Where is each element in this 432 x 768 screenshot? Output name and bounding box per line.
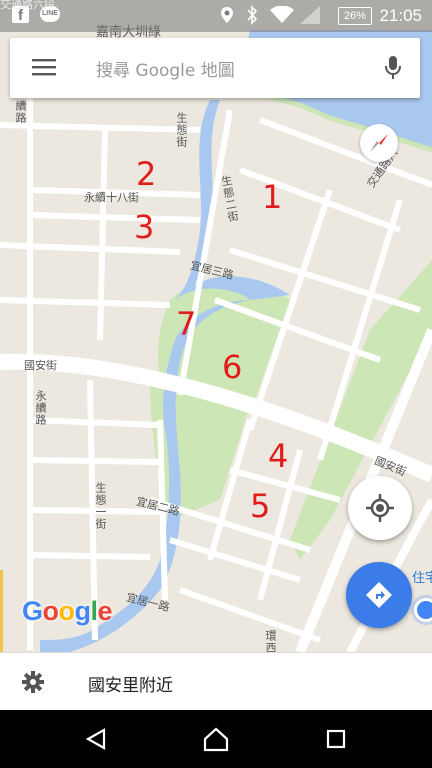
compass-button[interactable] — [360, 124, 398, 162]
search-input[interactable]: 搜尋 Google 地圖 — [96, 56, 235, 81]
gear-icon[interactable] — [21, 670, 45, 694]
back-icon[interactable] — [84, 727, 108, 751]
street-label-yongxu-18th: 永續十八街 — [84, 191, 139, 204]
search-bar[interactable]: 搜尋 Google 地圖 — [10, 38, 420, 98]
street-label-left-edge: 續路 — [14, 100, 27, 124]
directions-button[interactable] — [346, 562, 412, 628]
marker-2: 2 — [136, 155, 157, 193]
google-logo: Google — [22, 596, 113, 626]
bluetooth-icon — [247, 5, 258, 25]
marker-6: 6 — [222, 348, 243, 386]
marker-7: 7 — [176, 305, 197, 343]
street-label-guoan-left: 國安街 — [24, 359, 57, 372]
home-icon[interactable] — [203, 726, 229, 752]
wifi-icon — [270, 6, 294, 23]
marker-4: 4 — [268, 437, 289, 475]
street-label-shengtai: 生態街 — [175, 112, 188, 148]
compass-icon — [370, 134, 388, 152]
marker-3: 3 — [134, 208, 155, 246]
directions-icon — [366, 582, 392, 608]
location-icon — [221, 7, 233, 23]
crosshair-icon — [366, 494, 394, 522]
street-label-shengtai-1st: 生態一街 — [94, 482, 107, 530]
menu-icon[interactable] — [32, 58, 56, 76]
place-bottom-sheet[interactable]: 國安里附近 — [0, 652, 432, 711]
signal-icon — [300, 6, 320, 24]
street-label-yongxu: 永續路 — [34, 390, 47, 426]
microphone-icon[interactable] — [384, 55, 402, 81]
street-label-right-edge: 住宅 — [412, 571, 432, 586]
battery-indicator: 26% — [338, 7, 372, 25]
status-clock: 21:05 — [379, 6, 422, 25]
marker-5: 5 — [250, 487, 271, 525]
android-nav-bar — [0, 710, 432, 768]
status-bar: f LINE 交通路六段 26% 21:05 — [0, 0, 432, 32]
current-location-dot — [414, 598, 432, 622]
top-road-label: 交通路六段 — [0, 0, 55, 11]
my-location-button[interactable] — [348, 476, 412, 540]
recent-apps-icon[interactable] — [326, 729, 346, 749]
location-label: 國安里附近 — [88, 676, 173, 696]
marker-1: 1 — [262, 178, 283, 216]
